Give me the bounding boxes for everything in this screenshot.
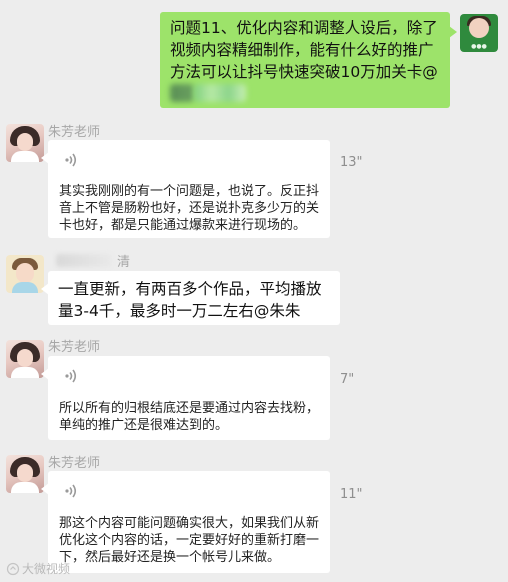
voice-transcript: 其实我刚刚的有一个问题是，也说了。反正抖音上不管是肠粉也好，还是说扑克多少万的关… — [59, 184, 320, 233]
self-avatar[interactable]: ●●● — [460, 14, 498, 52]
watermark-text: 大微视频 — [22, 562, 71, 576]
redacted-mention — [170, 84, 194, 102]
watermark-icon — [6, 562, 20, 576]
redacted-sender-name — [56, 254, 112, 267]
redacted-mention — [194, 84, 246, 102]
voice-icon — [65, 153, 77, 167]
sender-name: 朱芳老师 — [48, 125, 101, 140]
voice-duration: 11" — [340, 487, 363, 502]
text-message-bubble[interactable]: 一直更新，有两百多个作品，平均播放量3-4千，最多时一万二左右@朱朱 — [41, 271, 340, 325]
voice-transcript: 那这个内容可能问题确实很大，如果我们从新优化这个内容的话，一定要好好的重新打磨一… — [59, 516, 320, 565]
voice-duration: 7" — [340, 372, 355, 387]
voice-icon — [65, 369, 77, 383]
sender-avatar[interactable] — [6, 340, 44, 378]
voice-icon — [65, 484, 77, 498]
sender-name-suffix: 清 — [117, 255, 131, 270]
voice-message-card[interactable]: 那这个内容可能问题确实很大，如果我们从新优化这个内容的话，一定要好好的重新打磨一… — [41, 471, 330, 573]
voice-duration: 13" — [340, 155, 363, 170]
voice-message-card[interactable]: 所以所有的归根结底还是要通过内容去找粉，单纯的推广还是很难达到的。 — [41, 356, 330, 440]
text-message-content: 一直更新，有两百多个作品，平均播放量3-4千，最多时一万二左右@朱朱 — [58, 280, 322, 320]
sender-avatar[interactable] — [6, 455, 44, 493]
sender-avatar[interactable] — [6, 124, 44, 162]
sender-name: 朱芳老师 — [48, 456, 101, 471]
outgoing-message-text: 问题11、优化内容和调整人设后，除了视频内容精细制作，能有什么好的推广方法可以让… — [170, 19, 438, 81]
sender-avatar[interactable] — [6, 255, 44, 293]
outgoing-message-bubble[interactable]: 问题11、优化内容和调整人设后，除了视频内容精细制作，能有什么好的推广方法可以让… — [160, 12, 457, 108]
sender-name: 朱芳老师 — [48, 340, 101, 355]
voice-message-card[interactable]: 其实我刚刚的有一个问题是，也说了。反正抖音上不管是肠粉也好，还是说扑克多少万的关… — [41, 140, 330, 238]
voice-transcript: 所以所有的归根结底还是要通过内容去找粉，单纯的推广还是很难达到的。 — [59, 401, 320, 433]
